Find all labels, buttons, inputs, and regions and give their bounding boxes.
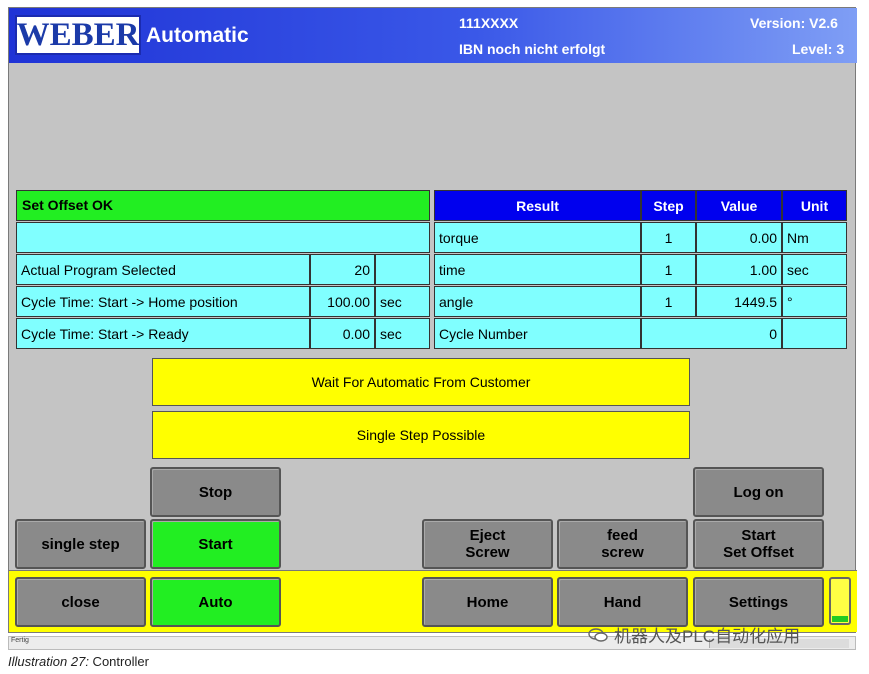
result-name: angle	[434, 286, 641, 317]
log-on-button[interactable]: Log on	[693, 467, 824, 517]
unit-header: Unit	[782, 190, 847, 221]
status-message: Set Offset OK	[16, 190, 430, 221]
value-header: Value	[696, 190, 782, 221]
program-row-unit: sec	[375, 318, 430, 349]
result-name: torque	[434, 222, 641, 253]
program-id: 111XXXX	[459, 15, 519, 31]
cycle-number-label: Cycle Number	[434, 318, 641, 349]
logo-text: WEBER	[16, 16, 140, 53]
wait-message: Wait For Automatic From Customer	[152, 358, 690, 406]
controller-window: WEBER Automatic 111XXXX IBN noch nicht e…	[8, 7, 857, 633]
program-row-label: Cycle Time: Start -> Ready	[16, 318, 310, 349]
program-row-value: 0.00	[310, 318, 375, 349]
title-bar: WEBER Automatic 111XXXX IBN noch nicht e…	[9, 8, 857, 63]
result-unit: Nm	[782, 222, 847, 253]
single-step-message: Single Step Possible	[152, 411, 690, 459]
result-name: time	[434, 254, 641, 285]
figure-caption: Illustration 27: Controller	[8, 654, 149, 669]
level-label: Level: 3	[792, 41, 845, 57]
program-row-value: 100.00	[310, 286, 375, 317]
weber-logo: WEBER	[15, 15, 141, 55]
eject-screw-button[interactable]: Eject Screw	[422, 519, 553, 569]
program-row-value: 20	[310, 254, 375, 285]
wechat-icon	[588, 627, 608, 642]
result-unit: °	[782, 286, 847, 317]
auto-button[interactable]: Auto	[150, 577, 281, 627]
result-value: 1.00	[696, 254, 782, 285]
ibn-status: IBN noch nicht erfolgt	[459, 41, 606, 57]
result-unit: sec	[782, 254, 847, 285]
single-step-button[interactable]: single step	[15, 519, 146, 569]
start-set-offset-button[interactable]: Start Set Offset	[693, 519, 824, 569]
start-button[interactable]: Start	[150, 519, 281, 569]
program-row-unit: sec	[375, 286, 430, 317]
status-indicator	[829, 577, 851, 625]
watermark-text: 机器人及PLC自动化应用	[614, 627, 801, 646]
hand-button[interactable]: Hand	[557, 577, 688, 627]
result-header: Result	[434, 190, 641, 221]
home-button[interactable]: Home	[422, 577, 553, 627]
feed-screw-button[interactable]: feed screw	[557, 519, 688, 569]
result-value: 1449.5	[696, 286, 782, 317]
watermark: 机器人及PLC自动化应用	[588, 622, 800, 647]
app-title: Automatic	[146, 24, 249, 47]
stop-button[interactable]: Stop	[150, 467, 281, 517]
program-row-unit	[375, 254, 430, 285]
indicator-level	[832, 616, 848, 622]
result-step: 1	[641, 222, 696, 253]
version-label: Version: V2.6	[750, 15, 838, 31]
close-button[interactable]: close	[15, 577, 146, 627]
program-table-empty-row	[16, 222, 430, 253]
step-header: Step	[641, 190, 696, 221]
cycle-number-value: 0	[641, 318, 782, 349]
caption-text: Controller	[88, 654, 149, 669]
program-row-label: Cycle Time: Start -> Home position	[16, 286, 310, 317]
program-row-label: Actual Program Selected	[16, 254, 310, 285]
result-value: 0.00	[696, 222, 782, 253]
settings-button[interactable]: Settings	[693, 577, 824, 627]
result-step: 1	[641, 254, 696, 285]
caption-label: Illustration 27:	[8, 654, 89, 669]
cycle-number-unit	[782, 318, 847, 349]
status-bar-text: Fertig	[11, 637, 29, 644]
result-step: 1	[641, 286, 696, 317]
